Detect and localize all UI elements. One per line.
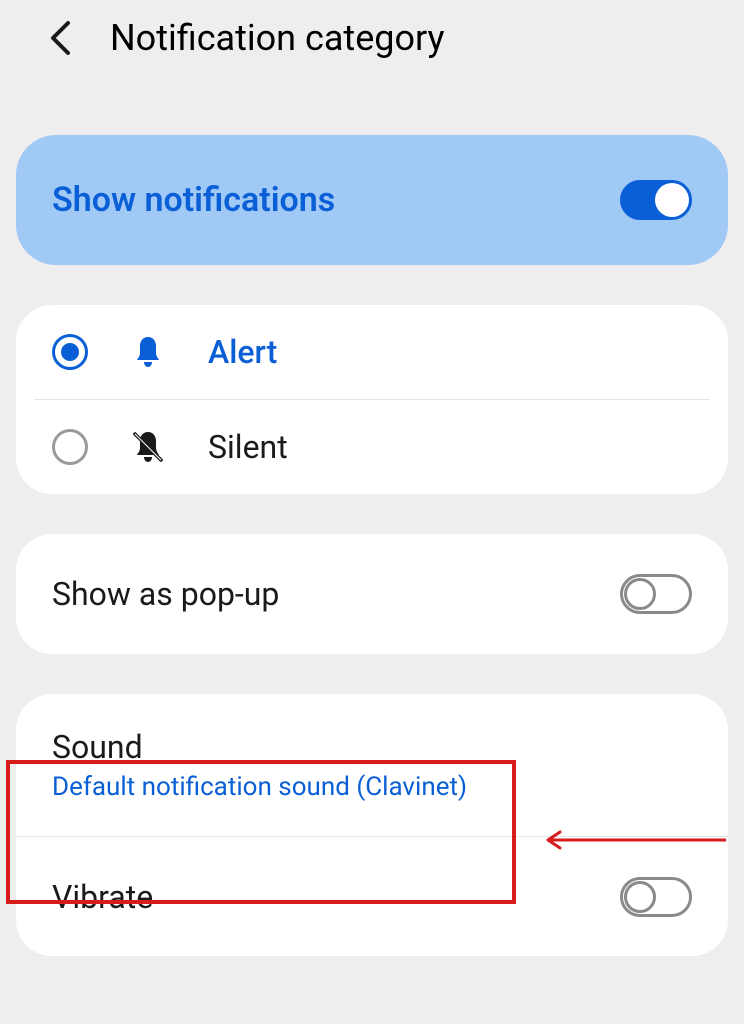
mode-silent-row[interactable]: Silent — [34, 399, 710, 494]
popup-card: Show as pop-up — [16, 534, 728, 654]
sound-value: Default notification sound (Clavinet) — [52, 772, 467, 802]
sound-label: Sound — [52, 728, 467, 766]
back-button[interactable] — [40, 18, 80, 58]
sound-row[interactable]: Sound Default notification sound (Clavin… — [16, 694, 728, 836]
popup-label: Show as pop-up — [52, 575, 279, 613]
radio-selected-icon — [52, 334, 88, 370]
mode-alert-row[interactable]: Alert — [16, 305, 728, 399]
chevron-left-icon — [49, 20, 71, 56]
settings-screen: Notification category Show notifications… — [0, 0, 744, 1024]
show-notifications-label: Show notifications — [52, 180, 335, 220]
header-bar: Notification category — [0, 0, 744, 85]
bell-icon — [130, 335, 166, 369]
vibrate-label: Vibrate — [52, 878, 153, 916]
toggle-knob — [624, 578, 656, 610]
sound-card: Sound Default notification sound (Clavin… — [16, 694, 728, 956]
page-title: Notification category — [110, 17, 445, 59]
popup-row[interactable]: Show as pop-up — [16, 534, 728, 654]
show-notifications-row[interactable]: Show notifications — [16, 135, 728, 265]
vibrate-toggle[interactable] — [620, 877, 692, 917]
toggle-knob — [624, 881, 656, 913]
toggle-knob — [655, 183, 689, 217]
show-notifications-toggle[interactable] — [620, 180, 692, 220]
radio-unselected-icon — [52, 429, 88, 465]
popup-toggle[interactable] — [620, 574, 692, 614]
mode-alert-label: Alert — [208, 333, 277, 371]
bell-slash-icon — [130, 430, 166, 464]
vibrate-row[interactable]: Vibrate — [16, 836, 728, 956]
mode-silent-label: Silent — [208, 428, 288, 466]
mode-card: Alert Silent — [16, 305, 728, 494]
